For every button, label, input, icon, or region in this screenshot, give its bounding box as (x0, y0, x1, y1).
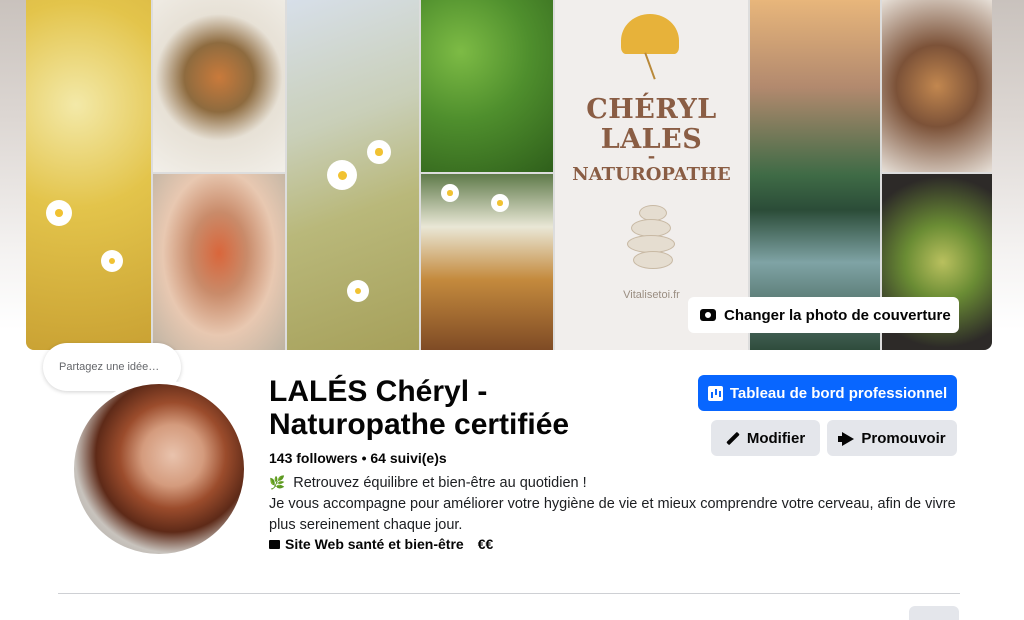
folder-icon (269, 539, 280, 549)
dashboard-label: Tableau de bord professionnel (729, 384, 948, 402)
page-meta: Site Web santé et bien-être €€ (269, 536, 493, 552)
flower-decoration (101, 250, 123, 272)
cover-image-chamomile (287, 0, 419, 350)
follower-stats[interactable]: 143 followers • 64 suivi(e)s (269, 450, 447, 466)
chart-icon (707, 385, 723, 401)
cover-image-salt (882, 0, 992, 172)
flower-decoration (491, 194, 509, 212)
flower-decoration (46, 200, 72, 226)
promote-button[interactable]: Promouvoir (827, 420, 957, 456)
divider (58, 593, 960, 594)
flower-decoration (327, 160, 357, 190)
camera-icon (700, 309, 716, 321)
leaf-icon: 🌿 (269, 475, 286, 490)
more-options-button[interactable] (909, 606, 959, 620)
flower-decoration (367, 140, 391, 164)
cover-image-hands (153, 174, 285, 350)
pencil-icon (726, 431, 740, 445)
promote-label: Promouvoir (861, 429, 946, 447)
ginkgo-leaf-icon (621, 14, 679, 54)
avatar[interactable] (70, 380, 248, 558)
page-title: LALÉS Chéryl - Naturopathe certifiée (269, 375, 570, 441)
change-cover-button[interactable]: Changer la photo de couverture (688, 297, 959, 333)
price-range: €€ (477, 536, 494, 552)
edit-button[interactable]: Modifier (711, 420, 820, 456)
cover-image-bowl (153, 0, 285, 172)
cover-image-mortar (26, 0, 151, 350)
cover-image-nettle (421, 0, 553, 172)
edit-label: Modifier (746, 429, 806, 447)
brand-name-line1: CHÉRYL (586, 94, 717, 125)
thought-bubble-text: Partagez une idée… (59, 361, 160, 373)
bio: 🌿 Retrouvez équilibre et bien-être au qu… (269, 472, 959, 536)
brand-profession: NATUROPATHE (572, 164, 731, 185)
stacked-stones-icon (625, 205, 681, 271)
flower-decoration (441, 184, 459, 202)
page-category[interactable]: Site Web santé et bien-être (285, 536, 464, 552)
flower-decoration (347, 280, 369, 302)
bio-line1: Retrouvez équilibre et bien-être au quot… (293, 475, 587, 491)
cover-image-herbal-jars (421, 174, 553, 350)
change-cover-label: Changer la photo de couverture (724, 306, 951, 324)
bio-line2: Je vous accompagne pour améliorer votre … (269, 496, 956, 533)
professional-dashboard-button[interactable]: Tableau de bord professionnel (698, 375, 957, 411)
megaphone-icon (838, 432, 854, 445)
